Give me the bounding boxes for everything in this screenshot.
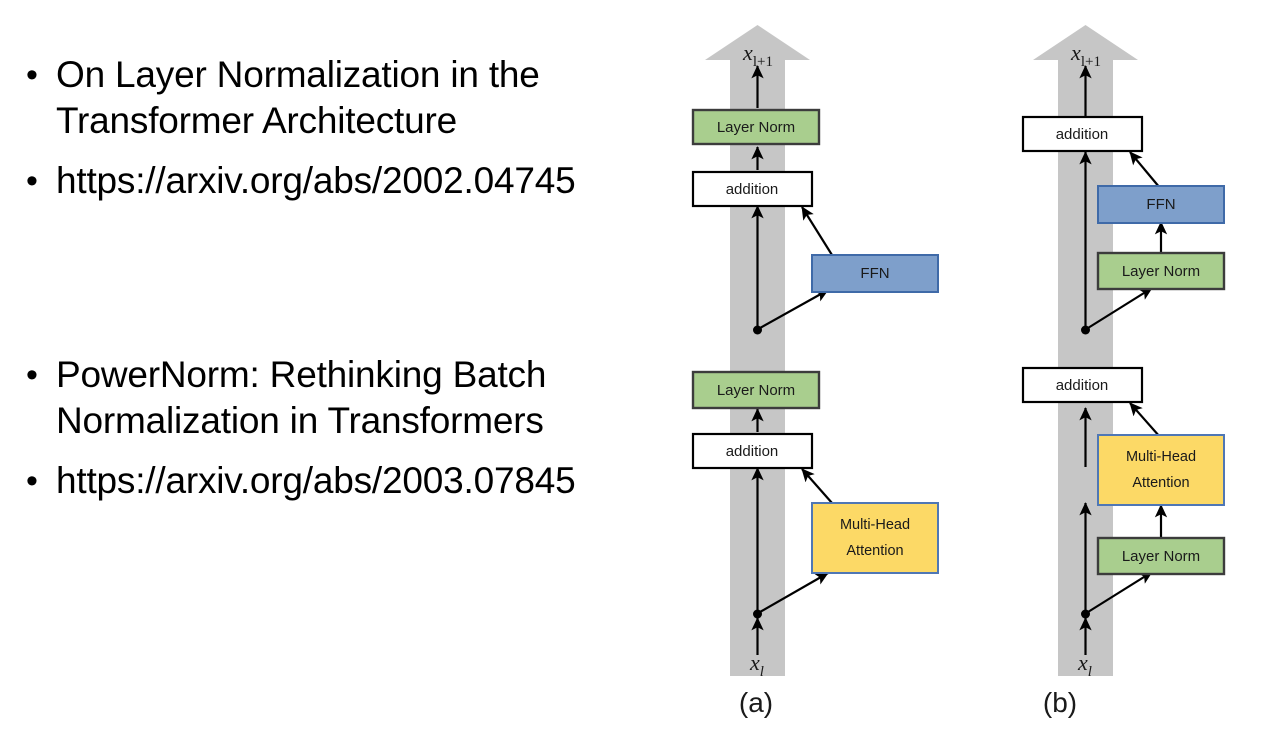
block-multi-head-attention-a[interactable]: Multi-Head Attention	[811, 502, 939, 574]
bullet-marker-icon: •	[26, 56, 38, 94]
bullet-link-text[interactable]: https://arxiv.org/abs/2003.07845	[56, 458, 636, 504]
block-label: Layer Norm	[717, 119, 795, 136]
block-ffn-a[interactable]: FFN	[811, 254, 939, 293]
block-label: Layer Norm	[1122, 548, 1200, 565]
block-layer-norm-top-a[interactable]: Layer Norm	[691, 108, 821, 146]
bullet-marker-icon: •	[26, 356, 38, 394]
panel-caption-b: (b)	[1043, 687, 1077, 718]
block-label: Layer Norm	[1122, 263, 1200, 280]
block-addition-top-a[interactable]: addition	[691, 170, 814, 208]
panel-b: xl+1 addition FFN Layer Norm addition Mu…	[1021, 25, 1226, 718]
bullet-marker-icon: •	[26, 162, 38, 200]
list-item: • On Layer Normalization in the Transfor…	[26, 52, 636, 144]
flow-arrow-b-attention-to-add	[1129, 402, 1161, 438]
block-label: FFN	[1146, 196, 1175, 213]
list-item: • https://arxiv.org/abs/2003.07845	[26, 458, 636, 504]
block-addition-top-b[interactable]: addition	[1021, 115, 1144, 153]
flow-arrow-a-attention-to-add	[801, 468, 833, 504]
block-addition-bottom-a[interactable]: addition	[691, 432, 814, 470]
bullet-group-2: • PowerNorm: Rethinking Batch Normalizat…	[26, 352, 636, 518]
block-layer-norm-attention-b[interactable]: Layer Norm	[1096, 536, 1226, 576]
panel-caption-a: (a)	[739, 687, 773, 718]
block-label: addition	[726, 181, 779, 198]
block-label: addition	[1056, 126, 1109, 143]
block-label: addition	[726, 443, 779, 460]
block-label: addition	[1056, 377, 1109, 394]
block-addition-bottom-b[interactable]: addition	[1021, 366, 1144, 404]
block-multi-head-attention-b[interactable]: Multi-Head Attention	[1097, 434, 1225, 506]
flow-arrow-a-ffn-to-add	[801, 206, 833, 256]
list-item: • PowerNorm: Rethinking Batch Normalizat…	[26, 352, 636, 444]
block-label-line2: Attention	[1132, 475, 1189, 491]
block-label-line2: Attention	[846, 543, 903, 559]
block-layer-norm-ffn-b[interactable]: Layer Norm	[1096, 251, 1226, 291]
block-label: FFN	[860, 265, 889, 282]
block-label: Layer Norm	[717, 382, 795, 399]
bullet-link-text[interactable]: https://arxiv.org/abs/2002.04745	[56, 158, 636, 204]
block-label-line1: Multi-Head	[1126, 449, 1196, 465]
slide-text-column: • On Layer Normalization in the Transfor…	[0, 0, 660, 746]
flow-arrow-b-ffn-to-add	[1129, 151, 1161, 189]
block-ffn-b[interactable]: FFN	[1097, 185, 1225, 224]
bullet-text: On Layer Normalization in the Transforme…	[56, 54, 540, 141]
panel-a: xl+1 Layer Norm addition FFN Layer Norm …	[691, 25, 939, 718]
bullet-marker-icon: •	[26, 462, 38, 500]
block-label-line1: Multi-Head	[840, 517, 910, 533]
transformer-architecture-diagram: xl+1 Layer Norm addition FFN Layer Norm …	[660, 0, 1274, 746]
block-layer-norm-bottom-a[interactable]: Layer Norm	[691, 370, 821, 410]
bullet-group-1: • On Layer Normalization in the Transfor…	[26, 52, 636, 218]
bullet-text: PowerNorm: Rethinking Batch Normalizatio…	[56, 354, 547, 441]
list-item: • https://arxiv.org/abs/2002.04745	[26, 158, 636, 204]
